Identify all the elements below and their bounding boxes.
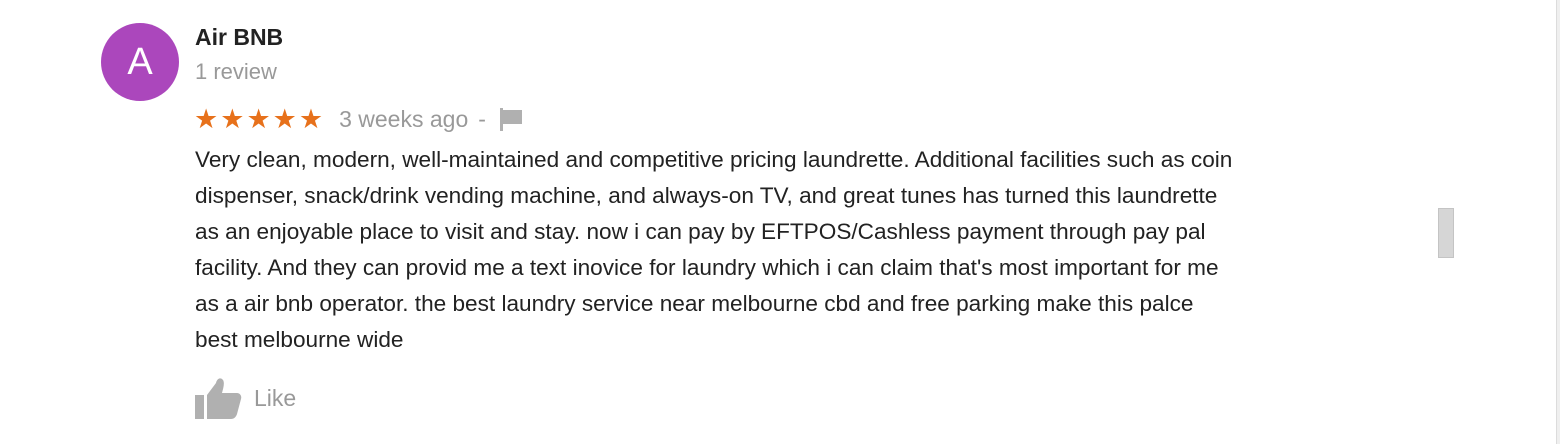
star-rating: ★ ★ ★ ★ ★ [194, 103, 324, 134]
review-meta: ★ ★ ★ ★ ★ 3 weeks ago - [194, 103, 524, 135]
like-label: Like [254, 384, 297, 411]
star-icon: ★ [194, 103, 219, 134]
author-review-count: 1 review [195, 59, 277, 84]
window-edge [1556, 0, 1560, 444]
star-icon: ★ [246, 103, 271, 134]
avatar-initial: A [127, 40, 153, 83]
review-time: 3 weeks ago [339, 105, 469, 132]
flag-icon[interactable] [498, 107, 524, 131]
star-icon: ★ [298, 103, 324, 134]
avatar[interactable]: A [101, 23, 179, 101]
meta-separator: - [478, 105, 486, 132]
like-button[interactable]: Like [194, 376, 296, 420]
review-text: Very clean, modern, well-maintained and … [195, 147, 1233, 352]
star-icon: ★ [220, 103, 245, 134]
thumbs-up-icon [195, 378, 242, 419]
author-name[interactable]: Air BNB [195, 24, 283, 51]
review-card: A Air BNB 1 review ★ ★ ★ ★ ★ 3 weeks ago - V… [0, 0, 1560, 444]
scrollbar-thumb[interactable] [1438, 208, 1454, 258]
star-icon: ★ [272, 103, 297, 134]
